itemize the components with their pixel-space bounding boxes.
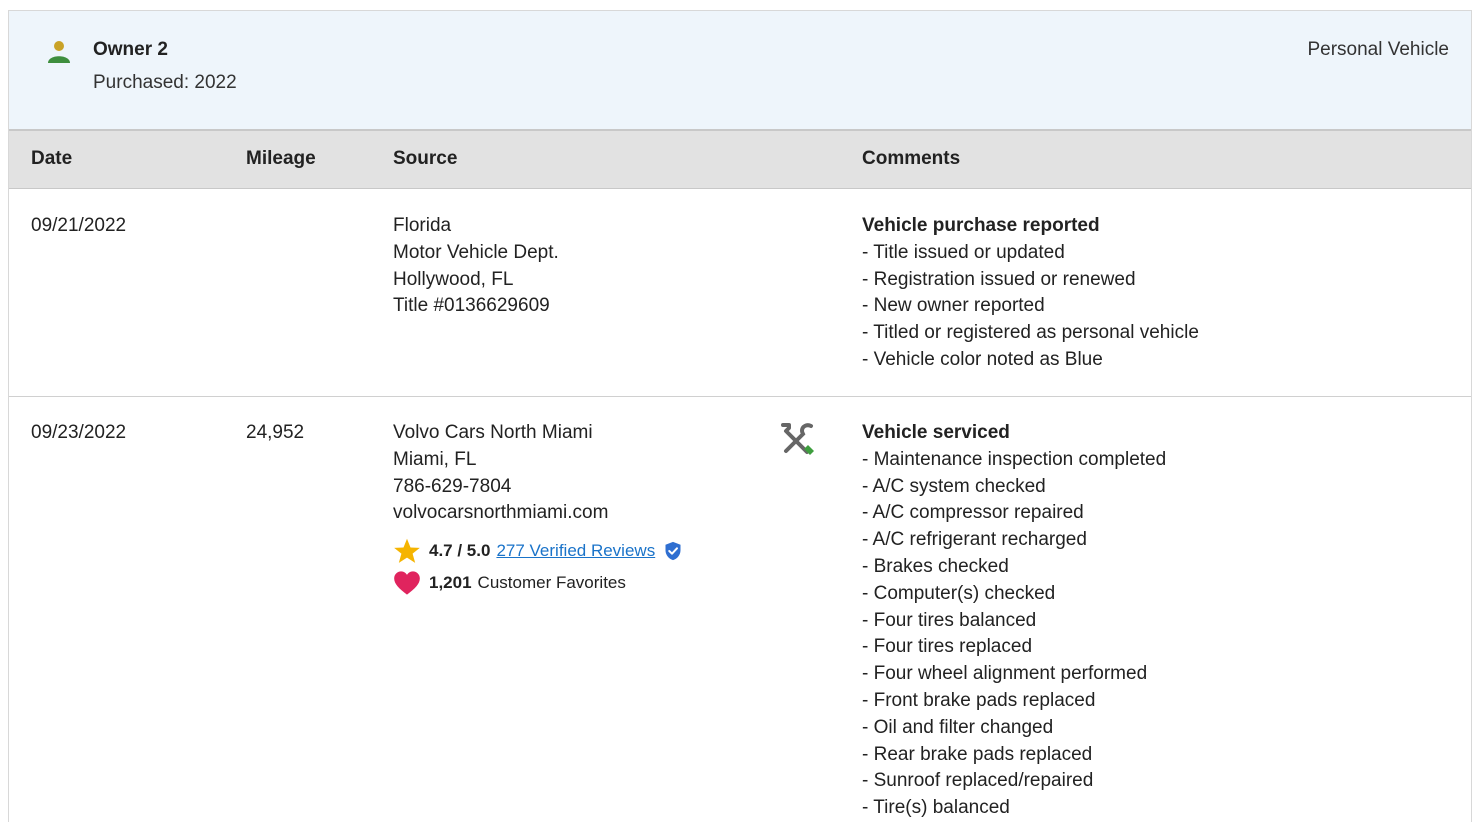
shield-check-icon bbox=[665, 542, 681, 561]
comment-item: - Maintenance inspection completed bbox=[862, 448, 1167, 470]
source-line: Hollywood, FL bbox=[393, 268, 514, 290]
row-date: 09/23/2022 bbox=[31, 422, 127, 443]
favorites-count: 1,201 bbox=[429, 572, 472, 592]
owner-history-panel: Owner 2 Purchased: 2022 Personal Vehicle… bbox=[8, 10, 1472, 822]
owner-purchased-year: Purchased: 2022 bbox=[93, 72, 237, 93]
row-comments: Vehicle serviced - Maintenance inspectio… bbox=[862, 420, 1166, 822]
row-source: Volvo Cars North Miami Miami, FL 786-629… bbox=[393, 420, 683, 597]
customer-favorites: 1,201 Customer Favorites bbox=[393, 569, 683, 597]
source-line: Motor Vehicle Dept. bbox=[393, 241, 559, 263]
dealer-rating: 4.7 / 5.0 277 Verified Reviews bbox=[393, 537, 683, 565]
comment-item: - Tire(s) balanced bbox=[862, 797, 1010, 819]
row-comments: Vehicle purchase reported - Title issued… bbox=[862, 213, 1199, 374]
row-source: Florida Motor Vehicle Dept. Hollywood, F… bbox=[393, 213, 559, 320]
wrench-screwdriver-icon bbox=[781, 423, 814, 455]
comment-item: - Title issued or updated bbox=[862, 241, 1065, 263]
comment-item: - Four tires replaced bbox=[862, 636, 1033, 658]
source-phone: 786-629-7804 bbox=[393, 475, 512, 497]
table-row: 09/23/2022 24,952 Volvo Cars North Miami… bbox=[9, 397, 1471, 822]
source-line: Florida bbox=[393, 215, 452, 236]
comment-title: Vehicle serviced bbox=[862, 422, 1010, 443]
table-row: 09/21/2022 Florida Motor Vehicle Dept. H… bbox=[9, 189, 1471, 397]
star-icon bbox=[394, 538, 420, 564]
verified-reviews-link[interactable]: 277 Verified Reviews bbox=[496, 538, 655, 565]
comment-item: - Rear brake pads replaced bbox=[862, 743, 1093, 765]
owner-vehicle-type: Personal Vehicle bbox=[1307, 39, 1449, 60]
favorites-label: Customer Favorites bbox=[477, 572, 626, 592]
comment-item: - Registration issued or renewed bbox=[862, 268, 1136, 290]
comment-item: - Four tires balanced bbox=[862, 609, 1037, 631]
comment-item: - Sunroof replaced/repaired bbox=[862, 770, 1094, 792]
comment-item: - Four wheel alignment performed bbox=[862, 663, 1148, 685]
comment-item: - A/C compressor repaired bbox=[862, 502, 1084, 524]
source-website: volvocarsnorthmiami.com bbox=[393, 502, 609, 524]
comment-item: - Front brake pads replaced bbox=[862, 689, 1096, 711]
comment-item: - Oil and filter changed bbox=[862, 716, 1054, 738]
column-header-comments: Comments bbox=[862, 148, 961, 169]
person-icon bbox=[48, 41, 70, 63]
row-date: 09/21/2022 bbox=[31, 215, 127, 236]
source-dealer-name: Volvo Cars North Miami bbox=[393, 422, 593, 443]
comment-item: - Vehicle color noted as Blue bbox=[862, 348, 1103, 370]
comment-item: - New owner reported bbox=[862, 295, 1045, 317]
owner-header: Owner 2 Purchased: 2022 Personal Vehicle bbox=[9, 11, 1471, 131]
comment-item: - A/C refrigerant recharged bbox=[862, 529, 1087, 551]
heart-icon bbox=[394, 571, 420, 595]
comment-item: - Computer(s) checked bbox=[862, 582, 1056, 604]
owner-name: Owner 2 bbox=[93, 39, 168, 60]
comment-item: - Titled or registered as personal vehic… bbox=[862, 322, 1199, 344]
comment-item: - A/C system checked bbox=[862, 475, 1046, 497]
source-line: Title #0136629609 bbox=[393, 295, 550, 317]
row-mileage: 24,952 bbox=[246, 422, 305, 443]
comment-item: - Brakes checked bbox=[862, 555, 1009, 577]
column-header-mileage: Mileage bbox=[246, 148, 316, 169]
column-header-source: Source bbox=[393, 148, 458, 169]
column-header-date: Date bbox=[31, 148, 73, 169]
comment-title: Vehicle purchase reported bbox=[862, 215, 1100, 236]
history-table-header: Date Mileage Source Comments bbox=[9, 131, 1471, 189]
rating-value: 4.7 / 5.0 bbox=[429, 540, 491, 560]
source-location: Miami, FL bbox=[393, 448, 477, 470]
